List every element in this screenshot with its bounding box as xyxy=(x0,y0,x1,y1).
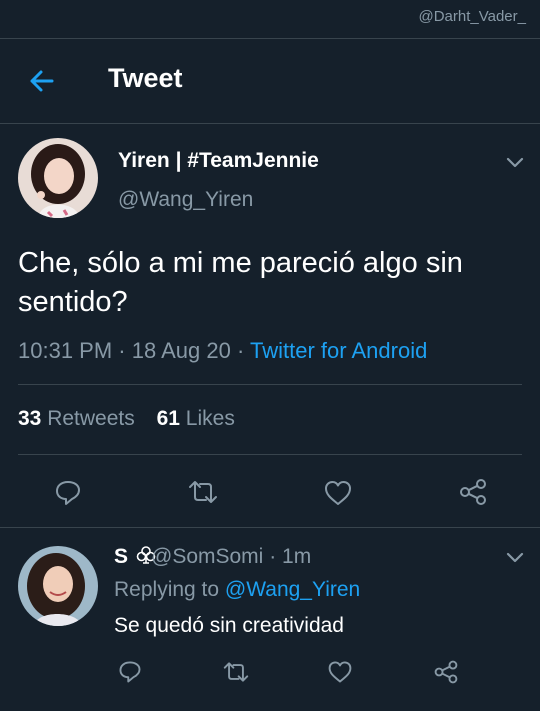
arrow-left-icon xyxy=(30,70,54,92)
reply-like-button[interactable] xyxy=(327,659,353,685)
reply-button[interactable] xyxy=(53,478,83,508)
like-button[interactable] xyxy=(323,478,353,508)
reply-author-handle[interactable]: @SomSomi xyxy=(151,545,263,568)
replying-to-link[interactable]: @Wang_Yiren xyxy=(225,578,360,601)
top-bar: Tweet xyxy=(0,38,540,124)
reply-reply-button[interactable] xyxy=(117,659,143,685)
reply-avatar[interactable] xyxy=(18,546,98,626)
reply-text: Se quedó sin creatividad xyxy=(114,614,344,637)
meta-separator: · xyxy=(269,545,277,568)
retweet-icon xyxy=(189,481,217,503)
tweet-date: 18 Aug 20 xyxy=(131,338,231,363)
reply-author-name-text: S xyxy=(114,545,129,568)
tweet-options-button[interactable] xyxy=(505,155,525,169)
tweet-time: 10:31 PM xyxy=(18,338,113,363)
reply-meta: @SomSomi · 1m xyxy=(151,545,311,569)
watermark: @Darht_Vader_ xyxy=(418,8,526,25)
reply-retweet-button[interactable] xyxy=(222,659,250,685)
chevron-down-icon xyxy=(506,552,524,563)
tweet-stats: 33 Retweets 61 Likes xyxy=(18,407,251,431)
replying-to-label: Replying to xyxy=(114,578,220,601)
replying-to: Replying to @Wang_Yiren xyxy=(114,578,360,602)
divider xyxy=(18,384,522,385)
likes-label: Likes xyxy=(185,407,235,430)
likes-count: 61 xyxy=(156,407,180,430)
retweets-count: 33 xyxy=(18,407,42,430)
tweet-text: Che, sólo a mi me pareció algo sin senti… xyxy=(18,247,463,318)
meta-separator: · xyxy=(236,338,245,363)
heart-icon xyxy=(325,481,351,505)
page-title: Tweet xyxy=(108,63,183,93)
reply-author-name[interactable]: S xyxy=(114,545,156,569)
retweet-button[interactable] xyxy=(187,477,219,507)
tweet-source-link[interactable]: Twitter for Android xyxy=(250,338,427,363)
back-button[interactable] xyxy=(24,65,60,97)
meta-separator: · xyxy=(118,338,126,363)
share-button[interactable] xyxy=(457,477,489,507)
reply-share-button[interactable] xyxy=(432,659,460,685)
retweets-label: Retweets xyxy=(47,407,135,430)
divider xyxy=(0,527,540,528)
reply-time: 1m xyxy=(282,545,312,568)
avatar[interactable] xyxy=(18,138,98,218)
share-icon xyxy=(460,479,486,505)
retweet-icon xyxy=(223,662,249,682)
tweet-author-name[interactable]: Yiren | #TeamJennie xyxy=(118,149,319,173)
tweet-meta: 10:31 PM · 18 Aug 20 · Twitter for Andro… xyxy=(18,338,427,364)
retweets-stat[interactable]: 33 Retweets xyxy=(18,407,135,430)
share-icon xyxy=(434,660,458,684)
divider xyxy=(18,454,522,455)
reply-icon xyxy=(56,481,80,505)
reply-icon xyxy=(119,661,141,683)
tweet-author-handle[interactable]: @Wang_Yiren xyxy=(118,188,253,212)
reply-options-button[interactable] xyxy=(505,550,525,564)
chevron-down-icon xyxy=(506,157,524,168)
heart-icon xyxy=(328,661,352,683)
likes-stat[interactable]: 61 Likes xyxy=(157,407,235,430)
